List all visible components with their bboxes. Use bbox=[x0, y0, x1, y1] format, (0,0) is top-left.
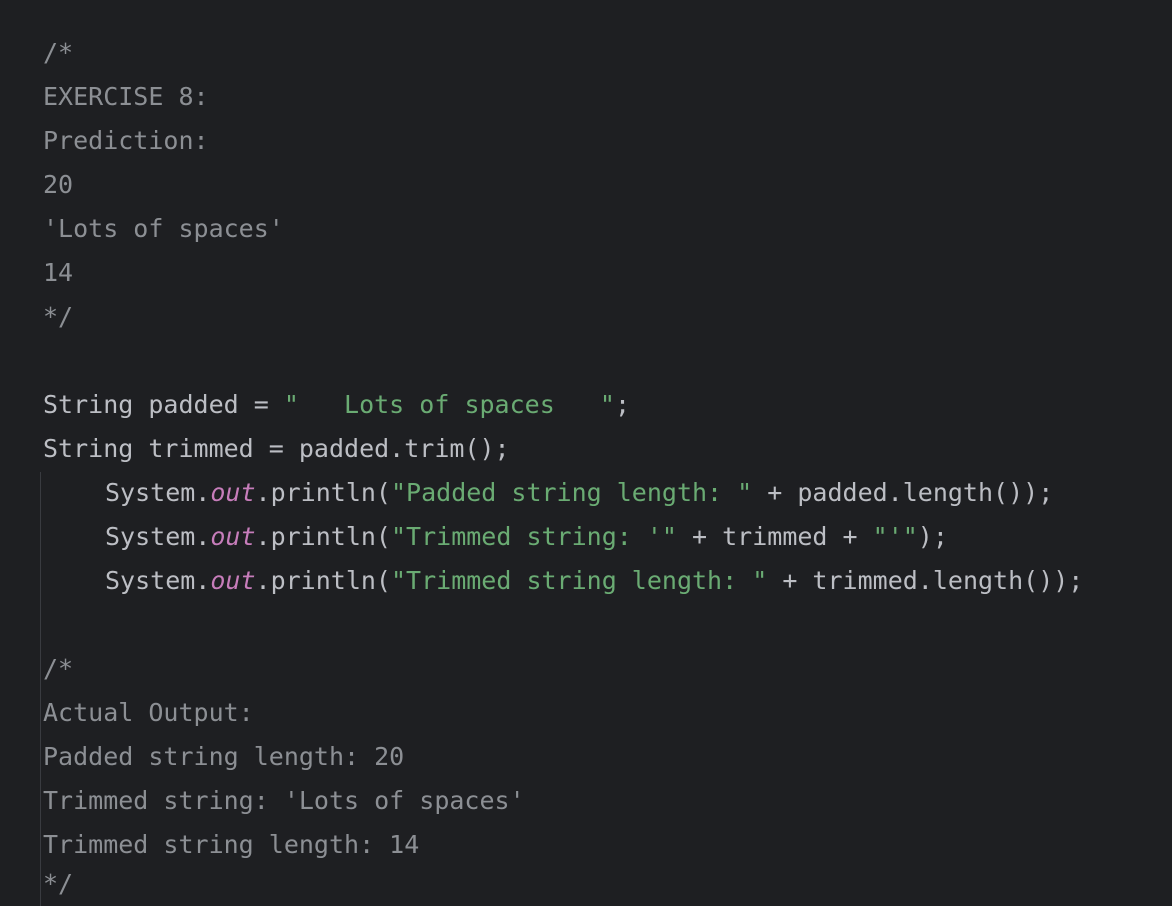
code-token: String padded = bbox=[43, 390, 284, 419]
code-line-10: String trimmed = padded.trim(); bbox=[43, 434, 510, 463]
string-literal: "Trimmed string: '" bbox=[390, 522, 677, 551]
code-token: System. bbox=[105, 522, 211, 551]
string-literal: "Padded string length: " bbox=[390, 478, 753, 507]
code-token: + padded.length()); bbox=[752, 478, 1054, 507]
static-field: out bbox=[210, 478, 256, 507]
code-token: .println( bbox=[255, 478, 391, 507]
indent-guide bbox=[40, 472, 41, 906]
code-line-9: String padded = " Lots of spaces "; bbox=[43, 383, 630, 427]
string-literal: "'" bbox=[872, 522, 918, 551]
code-line-4: 20 bbox=[43, 170, 74, 199]
static-field: out bbox=[210, 522, 256, 551]
code-line-1: /* bbox=[43, 38, 74, 67]
code-line-12: System.out.println("Trimmed string: '" +… bbox=[105, 515, 948, 559]
code-token: ); bbox=[917, 522, 948, 551]
code-token: System. bbox=[105, 566, 211, 595]
code-editor[interactable]: /* EXERCISE 8: Prediction: 20 'Lots of s… bbox=[0, 0, 1172, 906]
code-token: System. bbox=[105, 478, 211, 507]
code-token: ; bbox=[614, 390, 631, 419]
code-line-20: */ bbox=[43, 869, 74, 898]
code-line-6: 14 bbox=[43, 258, 74, 287]
code-line-13: System.out.println("Trimmed string lengt… bbox=[105, 559, 1083, 603]
static-field: out bbox=[210, 566, 256, 595]
string-literal: " Lots of spaces " bbox=[283, 390, 615, 419]
code-token: + trimmed.length()); bbox=[767, 566, 1084, 595]
code-token: .println( bbox=[255, 522, 391, 551]
code-line-5: 'Lots of spaces' bbox=[43, 214, 284, 243]
code-token: .println( bbox=[255, 566, 391, 595]
code-line-16: Actual Output: bbox=[43, 698, 254, 727]
code-line-2: EXERCISE 8: bbox=[43, 82, 209, 111]
code-line-11: System.out.println("Padded string length… bbox=[105, 471, 1053, 515]
code-line-19: Trimmed string length: 14 bbox=[43, 830, 420, 859]
string-literal: "Trimmed string length: " bbox=[390, 566, 768, 595]
code-line-17: Padded string length: 20 bbox=[43, 742, 405, 771]
code-line-15: /* bbox=[43, 654, 74, 683]
code-line-7: */ bbox=[43, 302, 74, 331]
code-line-3: Prediction: bbox=[43, 126, 209, 155]
code-line-18: Trimmed string: 'Lots of spaces' bbox=[43, 786, 525, 815]
code-token: + trimmed + bbox=[676, 522, 873, 551]
